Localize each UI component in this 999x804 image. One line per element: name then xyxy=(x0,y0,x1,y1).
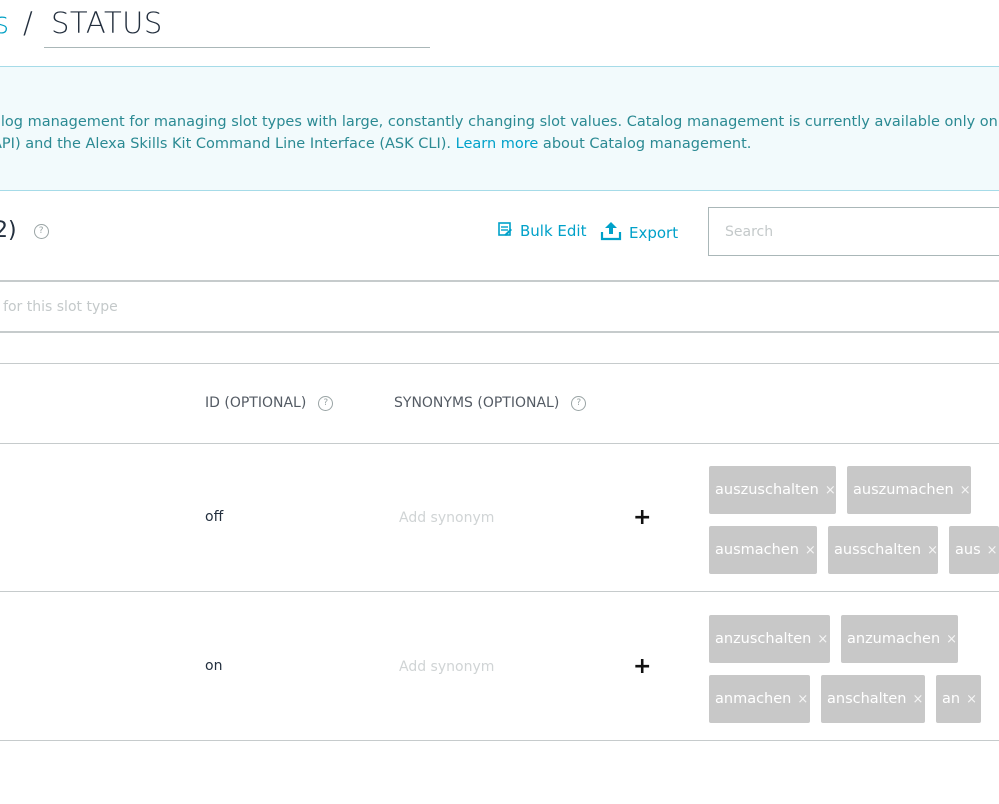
synonym-chip: auszuschalten × xyxy=(709,466,836,514)
page-title: / STATUS xyxy=(23,6,163,40)
table-top-border xyxy=(0,363,999,364)
bulk-edit-button[interactable]: Bulk Edit xyxy=(497,221,586,241)
banner-text-line-1: alog management for managing slot types … xyxy=(0,114,999,130)
bulk-edit-icon xyxy=(497,221,513,241)
add-synonym-button[interactable]: + xyxy=(633,505,651,530)
export-button[interactable]: Export xyxy=(600,221,678,245)
slot-id-value[interactable]: off xyxy=(205,509,223,525)
synonym-chip: ausschalten × xyxy=(828,526,938,574)
synonyms-column-header-label: SYNONYMS (OPTIONAL) xyxy=(394,395,560,411)
new-slot-value-row xyxy=(0,280,999,333)
synonym-chip-label: anzuschalten xyxy=(715,631,812,647)
synonym-chip: anmachen × xyxy=(709,675,810,723)
upload-icon xyxy=(600,221,622,245)
help-icon[interactable]: ? xyxy=(318,395,334,411)
remove-synonym-icon[interactable]: × xyxy=(960,483,971,498)
banner-text-line-2-start: API) and the Alexa Skills Kit Command Li… xyxy=(0,136,456,152)
help-icon[interactable]: ? xyxy=(571,395,587,411)
remove-synonym-icon[interactable]: × xyxy=(805,543,816,558)
breadcrumb-link[interactable]: s xyxy=(0,6,10,40)
synonym-chip-label: auszuschalten xyxy=(715,482,819,498)
synonyms-column-header: SYNONYMS (OPTIONAL) ? xyxy=(394,395,587,411)
banner-text-line-2-end: about Catalog management. xyxy=(538,136,752,152)
remove-synonym-icon[interactable]: × xyxy=(825,483,836,498)
synonym-chip: anzumachen × xyxy=(841,615,958,663)
remove-synonym-icon[interactable]: × xyxy=(927,543,938,558)
synonym-chip-label: ausmachen xyxy=(715,542,799,558)
breadcrumb-separator: / xyxy=(23,6,34,40)
synonym-chip: an × xyxy=(936,675,981,723)
help-icon[interactable]: ? xyxy=(33,223,49,239)
synonym-chip: aus × xyxy=(949,526,999,574)
add-synonym-input[interactable] xyxy=(399,655,599,679)
remove-synonym-icon[interactable]: × xyxy=(797,692,808,707)
remove-synonym-icon[interactable]: × xyxy=(987,543,998,558)
table-bottom-border xyxy=(0,740,999,741)
remove-synonym-icon[interactable]: × xyxy=(966,692,977,707)
synonym-chip: ausmachen × xyxy=(709,526,817,574)
add-synonym-button[interactable]: + xyxy=(633,654,651,679)
id-column-header: ID (OPTIONAL) ? xyxy=(205,395,334,411)
slot-values-count-text: 2) xyxy=(0,218,17,243)
synonym-chip-label: aus xyxy=(955,542,981,558)
learn-more-link[interactable]: Learn more xyxy=(456,136,539,152)
banner-text-line-2: API) and the Alexa Skills Kit Command Li… xyxy=(0,136,751,152)
export-label: Export xyxy=(629,224,679,242)
title-underline xyxy=(44,47,430,48)
synonym-chip-label: auszumachen xyxy=(853,482,954,498)
remove-synonym-icon[interactable]: × xyxy=(946,632,957,647)
row-divider xyxy=(0,591,999,592)
add-synonym-input[interactable] xyxy=(399,506,599,530)
remove-synonym-icon[interactable]: × xyxy=(817,632,828,647)
synonym-chip-label: ausschalten xyxy=(834,542,922,558)
synonym-chip: anschalten × xyxy=(821,675,925,723)
catalog-info-banner: alog management for managing slot types … xyxy=(0,66,999,191)
id-column-header-label: ID (OPTIONAL) xyxy=(205,395,307,411)
table-header-border xyxy=(0,443,999,444)
new-slot-value-input[interactable] xyxy=(0,282,999,331)
synonym-chip: auszumachen × xyxy=(847,466,971,514)
synonym-chip: anzuschalten × xyxy=(709,615,830,663)
page-title-text: STATUS xyxy=(51,6,163,40)
search-input[interactable] xyxy=(708,207,999,256)
synonym-chip-label: an xyxy=(942,691,961,707)
slot-id-value[interactable]: on xyxy=(205,658,222,674)
slot-values-count: 2) ? xyxy=(0,218,49,243)
bulk-edit-label: Bulk Edit xyxy=(520,222,587,240)
synonym-chip-label: anschalten xyxy=(827,691,907,707)
synonym-chip-label: anmachen xyxy=(715,691,792,707)
synonym-chip-label: anzumachen xyxy=(847,631,941,647)
remove-synonym-icon[interactable]: × xyxy=(913,692,924,707)
